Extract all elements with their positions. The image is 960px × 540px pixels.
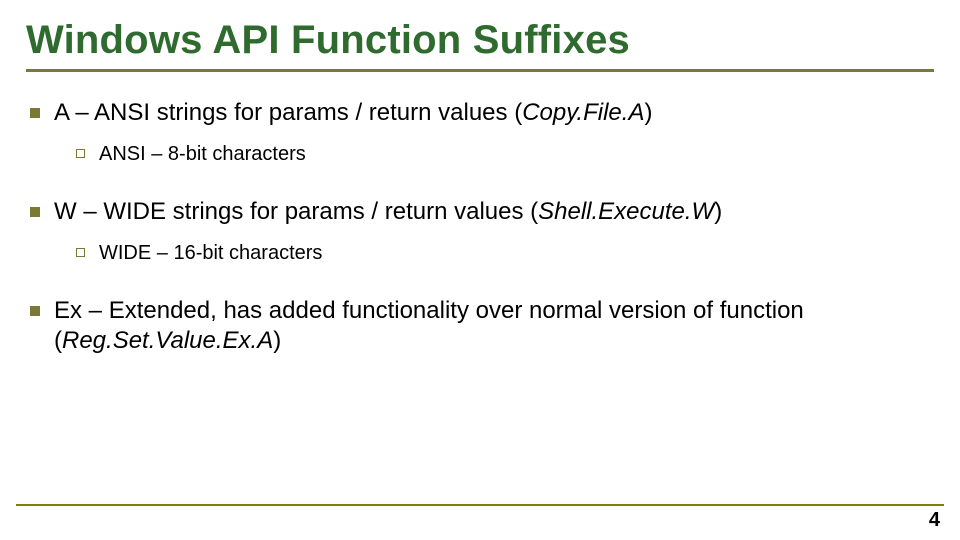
page-number: 4 [929, 509, 940, 532]
list-item-text: Ex – Extended, has added functionality o… [54, 296, 930, 356]
bullet-group: A – ANSI strings for params / return val… [30, 98, 930, 167]
content-area: A – ANSI strings for params / return val… [16, 98, 944, 356]
list-item-text: W – WIDE strings for params / return val… [54, 197, 930, 227]
sub-list-item: ANSI – 8-bit characters [76, 142, 930, 167]
text-run: A – ANSI strings for params / return val… [54, 99, 522, 126]
text-run-italic: Copy.File.A [522, 99, 644, 126]
slide-title: Windows API Function Suffixes [26, 18, 934, 63]
text-run: ) [644, 99, 652, 126]
list-item-text: A – ANSI strings for params / return val… [54, 98, 930, 128]
slide: Windows API Function Suffixes A – ANSI s… [0, 0, 960, 540]
hollow-square-bullet-icon [76, 248, 85, 257]
text-run-italic: Shell.Execute.W [538, 198, 714, 225]
list-item: W – WIDE strings for params / return val… [30, 197, 930, 227]
sub-list-item: WIDE – 16-bit characters [76, 241, 930, 266]
text-run-italic: Reg.Set.Value.Ex.A [62, 327, 273, 354]
square-bullet-icon [30, 108, 40, 118]
square-bullet-icon [30, 207, 40, 217]
sub-list-item-text: WIDE – 16-bit characters [99, 241, 930, 266]
bullet-group: W – WIDE strings for params / return val… [30, 197, 930, 266]
hollow-square-bullet-icon [76, 149, 85, 158]
text-run: ) [714, 198, 722, 225]
sub-list-item-text: ANSI – 8-bit characters [99, 142, 930, 167]
list-item: Ex – Extended, has added functionality o… [30, 296, 930, 356]
bullet-group: Ex – Extended, has added functionality o… [30, 296, 930, 356]
title-underline: Windows API Function Suffixes [26, 18, 934, 72]
text-run: ) [273, 327, 281, 354]
text-run: W – WIDE strings for params / return val… [54, 198, 538, 225]
square-bullet-icon [30, 306, 40, 316]
list-item: A – ANSI strings for params / return val… [30, 98, 930, 128]
footer-divider [16, 504, 944, 506]
